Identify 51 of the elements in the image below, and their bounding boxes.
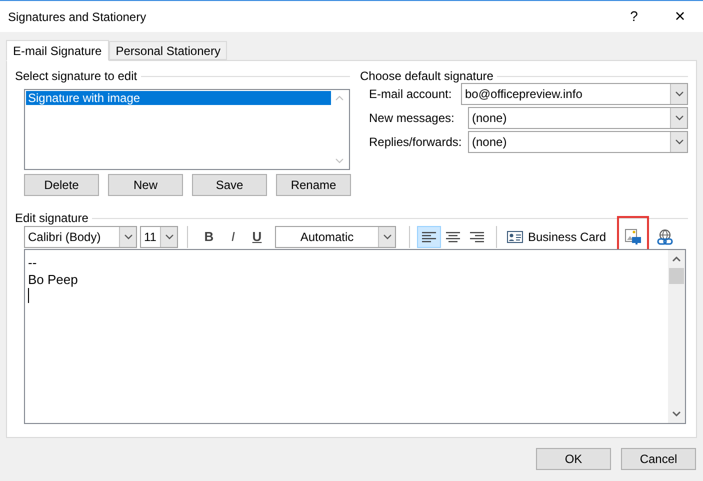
scroll-down-icon: [672, 411, 681, 417]
close-button[interactable]: ×: [657, 1, 703, 32]
dialog-button[interactable]: Delete: [24, 174, 99, 196]
scroll-down-icon: [335, 158, 344, 164]
signature-editor[interactable]: -- Bo Peep: [24, 249, 686, 424]
field-label: E-mail account:: [369, 86, 453, 103]
dialog-button[interactable]: Cancel: [621, 448, 696, 470]
bold-button[interactable]: B: [197, 226, 221, 248]
align-center-icon: [446, 232, 460, 242]
chevron-down-icon: [674, 139, 684, 145]
italic-button[interactable]: I: [221, 226, 245, 248]
chevron-down-icon: [382, 234, 392, 240]
tab[interactable]: E-mail Signature: [6, 40, 109, 61]
dialog-button[interactable]: OK: [536, 448, 611, 470]
globe-link-icon: [656, 228, 674, 246]
scroll-up-icon: [335, 95, 344, 101]
scrollbar-thumb[interactable]: [669, 268, 684, 284]
align-left-button[interactable]: [417, 226, 441, 248]
section-heading: Select signature to edit: [15, 68, 138, 85]
dialog-button[interactable]: Rename: [276, 174, 351, 196]
dropdown-field[interactable]: bo@officepreview.info: [461, 83, 688, 105]
chevron-down-icon: [124, 234, 132, 240]
contact-card-icon: [507, 231, 523, 243]
dialog-button[interactable]: New: [108, 174, 183, 196]
chevron-down-icon: [674, 115, 684, 121]
list-item[interactable]: Signature with image: [26, 91, 331, 105]
section-heading: Choose default signature: [360, 68, 494, 85]
section-heading: Edit signature: [15, 210, 88, 227]
field-label: Replies/forwards:: [369, 134, 463, 151]
signature-text-line: --: [28, 254, 38, 271]
underline-button[interactable]: U: [245, 226, 269, 248]
picture-monitor-icon: [624, 229, 642, 245]
color-dropdown[interactable]: Automatic: [275, 226, 396, 248]
tab[interactable]: Personal Stationery: [108, 41, 228, 60]
business-card-button[interactable]: Business Card: [504, 226, 610, 248]
align-left-icon: [422, 232, 436, 242]
scroll-up-icon: [672, 256, 681, 262]
field-label: New messages:: [369, 110, 456, 127]
dropdown-field[interactable]: (none): [468, 107, 688, 129]
signature-text-line: Bo Peep: [28, 271, 79, 288]
dialog-button[interactable]: Save: [192, 174, 267, 196]
chevron-down-icon: [674, 91, 684, 97]
window-title: Signatures and Stationery: [8, 8, 148, 26]
chevron-down-icon: [164, 234, 174, 240]
size-dropdown[interactable]: 11: [140, 226, 178, 248]
help-button[interactable]: ?: [611, 1, 657, 32]
dropdown-field[interactable]: (none): [468, 131, 688, 153]
font-dropdown[interactable]: Calibri (Body): [24, 226, 137, 248]
align-right-icon: [470, 232, 484, 242]
text-cursor: [28, 288, 29, 303]
signature-list[interactable]: Signature with image: [24, 89, 350, 170]
